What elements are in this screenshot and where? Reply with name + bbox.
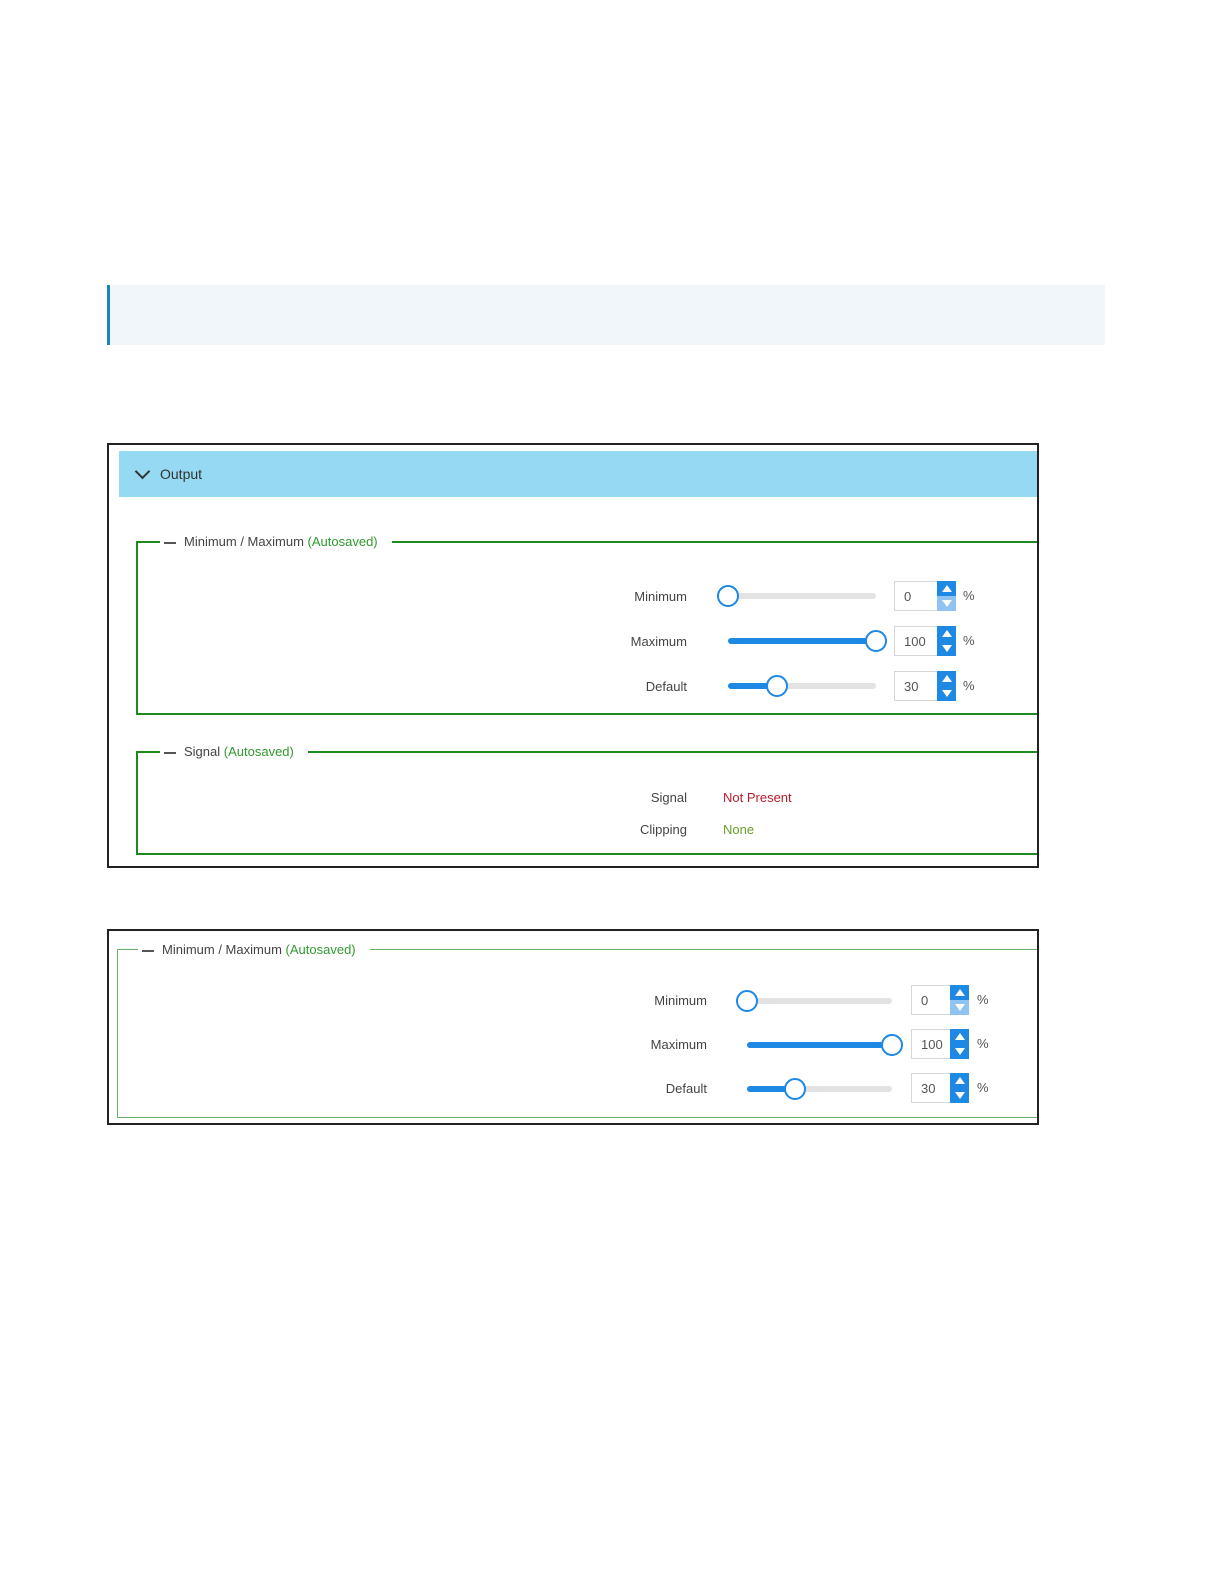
decrement-arrow-icon[interactable] — [950, 1088, 969, 1103]
default-slider-thumb[interactable] — [765, 675, 788, 697]
decrement-arrow-icon[interactable] — [937, 686, 956, 701]
maximum-row: Maximum — [118, 1028, 707, 1060]
decrement-arrow-icon[interactable] — [950, 1044, 969, 1059]
note-callout-bar — [107, 285, 1105, 345]
clipping-status-value: None — [723, 822, 755, 837]
decrement-arrow-icon[interactable] — [937, 596, 956, 611]
legend-label: Signal — [184, 744, 221, 759]
clipping-label: Clipping — [640, 821, 687, 837]
maximum-label: Maximum — [630, 633, 687, 649]
signal-legend[interactable]: Signal (Autosaved) — [160, 744, 308, 760]
minimum-row: Minimum — [138, 580, 687, 612]
minimum-slider-thumb[interactable] — [736, 990, 758, 1012]
chevron-down-icon — [134, 463, 151, 479]
signal-label: Signal — [650, 789, 687, 805]
minimum-slider[interactable] — [717, 580, 876, 612]
minmax-legend[interactable]: Minimum / Maximum (Autosaved) — [138, 942, 370, 958]
signal-group: Signal (Autosaved) Signal Not Present Cl… — [136, 744, 1037, 855]
default-label: Default — [665, 1080, 707, 1096]
maximum-stepper[interactable] — [950, 1029, 969, 1059]
collapse-dash-icon — [142, 949, 154, 952]
collapse-dash-icon — [164, 541, 176, 544]
default-slider-thumb[interactable] — [783, 1078, 806, 1100]
minmax-legend[interactable]: Minimum / Maximum (Autosaved) — [160, 534, 392, 550]
minimum-input[interactable]: 0 — [894, 581, 938, 611]
minimum-label: Minimum — [654, 992, 707, 1008]
minimum-unit: % — [963, 588, 975, 603]
default-slider[interactable] — [728, 670, 876, 702]
collapse-dash-icon — [164, 751, 176, 754]
increment-arrow-icon[interactable] — [937, 671, 956, 686]
legend-label: Minimum / Maximum — [162, 942, 282, 957]
decrement-arrow-icon[interactable] — [937, 641, 956, 656]
autosaved-label: (Autosaved) — [307, 534, 378, 549]
maximum-slider[interactable] — [728, 625, 887, 657]
default-stepper[interactable] — [937, 671, 956, 701]
signal-row: Signal — [138, 781, 687, 813]
decrement-arrow-icon[interactable] — [950, 1000, 969, 1015]
maximum-unit: % — [977, 1036, 989, 1051]
minimum-input[interactable]: 0 — [911, 985, 951, 1015]
maximum-row: Maximum — [138, 625, 687, 657]
default-label: Default — [645, 678, 687, 694]
panel-title: Output — [160, 466, 203, 482]
increment-arrow-icon[interactable] — [950, 985, 969, 1000]
output-panel-screenshot: Output Minimum / Maximum (Autosaved) Min… — [107, 443, 1039, 868]
minimum-row: Minimum — [118, 984, 707, 1016]
minimum-label: Minimum — [634, 588, 687, 604]
maximum-input[interactable]: 100 — [894, 626, 938, 656]
default-unit: % — [977, 1080, 989, 1095]
autosaved-label: (Autosaved) — [223, 744, 294, 759]
minimum-stepper[interactable] — [937, 581, 956, 611]
maximum-stepper[interactable] — [937, 626, 956, 656]
autosaved-label: (Autosaved) — [285, 942, 356, 957]
maximum-slider[interactable] — [747, 1029, 903, 1061]
maximum-slider-thumb[interactable] — [881, 1034, 903, 1056]
default-stepper[interactable] — [950, 1073, 969, 1103]
increment-arrow-icon[interactable] — [950, 1073, 969, 1088]
clipping-row: Clipping — [138, 813, 687, 845]
default-input[interactable]: 30 — [894, 671, 938, 701]
minimum-slider[interactable] — [736, 985, 892, 1017]
default-slider[interactable] — [747, 1073, 892, 1105]
minmax-group-detail: Minimum / Maximum (Autosaved) Minimum 0 … — [117, 942, 1037, 1118]
maximum-label: Maximum — [650, 1036, 707, 1052]
default-input[interactable]: 30 — [911, 1073, 951, 1103]
default-unit: % — [963, 678, 975, 693]
output-panel-header[interactable]: Output — [119, 451, 1037, 497]
increment-arrow-icon[interactable] — [937, 581, 956, 596]
signal-status-value: Not Present — [723, 790, 792, 805]
maximum-slider-thumb[interactable] — [865, 630, 887, 652]
minimum-stepper[interactable] — [950, 985, 969, 1015]
minimum-unit: % — [977, 992, 989, 1007]
default-row: Default — [138, 670, 687, 702]
default-row: Default — [118, 1072, 707, 1104]
increment-arrow-icon[interactable] — [950, 1029, 969, 1044]
minmax-detail-screenshot: Minimum / Maximum (Autosaved) Minimum 0 … — [107, 929, 1039, 1125]
maximum-unit: % — [963, 633, 975, 648]
legend-label: Minimum / Maximum — [184, 534, 304, 549]
minimum-slider-thumb[interactable] — [717, 585, 739, 607]
increment-arrow-icon[interactable] — [937, 626, 956, 641]
maximum-input[interactable]: 100 — [911, 1029, 951, 1059]
minmax-group: Minimum / Maximum (Autosaved) Minimum 0 … — [136, 534, 1037, 715]
